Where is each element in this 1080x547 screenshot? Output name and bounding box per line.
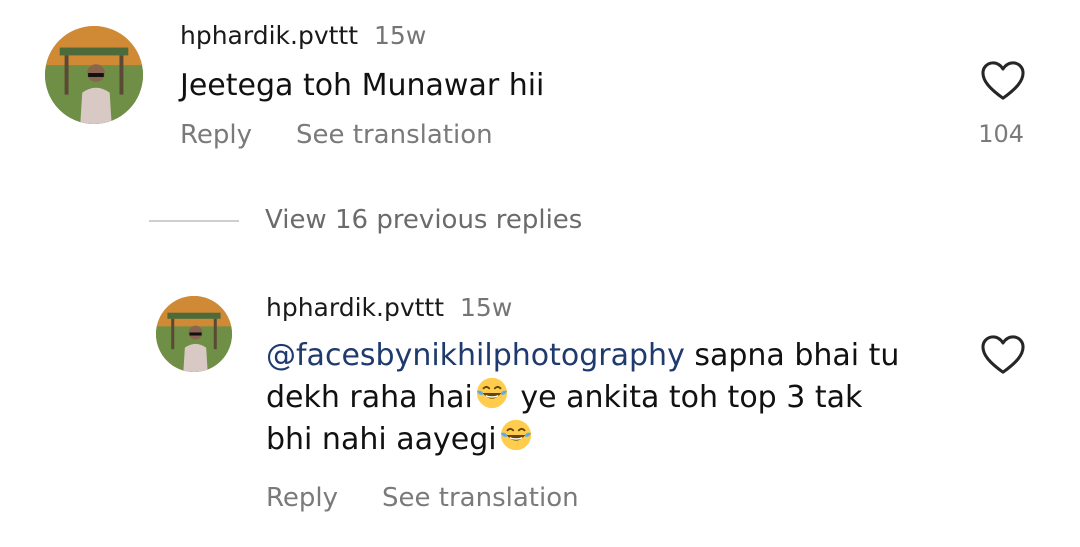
profile-photo <box>156 296 232 372</box>
comment-line-3: bhi nahi aayegi <box>266 418 899 460</box>
comment-header: hphardik.pvttt 15w <box>266 295 512 320</box>
like-button[interactable] <box>980 60 1026 102</box>
heart-outline-icon <box>981 61 1025 100</box>
comment-actions: Reply See translation <box>180 122 493 148</box>
avatar[interactable] <box>156 296 232 372</box>
username[interactable]: hphardik.pvttt <box>180 21 358 50</box>
view-replies-label: View 16 previous replies <box>265 205 583 235</box>
comment-text-segment: dekh raha hai <box>266 380 473 415</box>
mention-link[interactable]: @facesbynikhilphotography <box>266 338 685 373</box>
comment-text-segment: bhi nahi aayegi <box>266 422 497 457</box>
comment-text: @facesbynikhilphotography sapna bhai tu … <box>266 336 899 460</box>
comment-text-segment: ye ankita toh top 3 tak <box>510 380 863 415</box>
reply-item: hphardik.pvttt 15w @facesbynikhilphotogra… <box>0 280 1080 540</box>
comment-line-1: @facesbynikhilphotography sapna bhai tu <box>266 336 899 376</box>
divider-line <box>149 220 239 222</box>
username[interactable]: hphardik.pvttt <box>266 293 444 322</box>
avatar[interactable] <box>45 26 143 124</box>
comment-text-segment: sapna bhai tu <box>684 338 900 373</box>
like-count: 104 <box>978 120 1024 148</box>
reply-button[interactable]: Reply <box>180 120 252 150</box>
reply-button[interactable]: Reply <box>266 483 338 513</box>
see-translation-button[interactable]: See translation <box>296 120 493 150</box>
like-button[interactable] <box>980 334 1026 376</box>
comment-header: hphardik.pvttt 15w <box>180 23 426 48</box>
timestamp: 15w <box>374 21 427 50</box>
comment-actions: Reply See translation <box>266 485 579 511</box>
timestamp: 15w <box>460 293 513 322</box>
laughing-tears-emoji-icon <box>500 419 531 451</box>
see-translation-button[interactable]: See translation <box>382 483 579 513</box>
heart-outline-icon <box>981 335 1025 374</box>
comment-line-2: dekh raha hai ye ankita toh top 3 tak <box>266 376 899 418</box>
laughing-tears-emoji-icon <box>476 377 507 409</box>
profile-photo <box>45 26 143 124</box>
comment-text: Jeetega toh Munawar hii <box>180 68 545 103</box>
comment-item: hphardik.pvttt 15w Jeetega toh Munawar hi… <box>0 0 1080 190</box>
